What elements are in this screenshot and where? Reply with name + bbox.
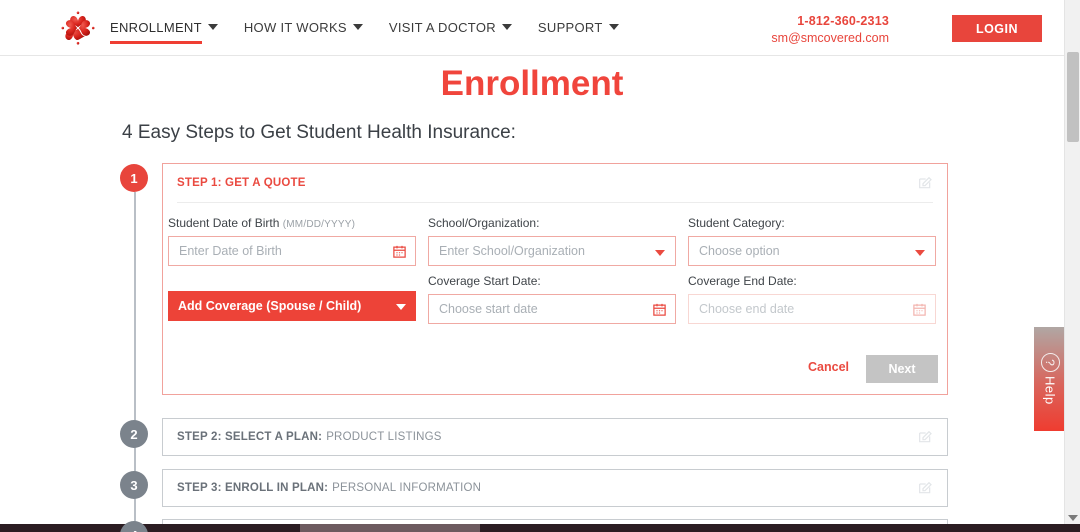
dob-field: Student Date of Birth (MM/DD/YYYY) Enter… (168, 216, 416, 266)
step-2-title: STEP 2: SELECT A PLAN: (177, 431, 323, 443)
coverage-start-date-field: Coverage Start Date: Choose start date (428, 274, 676, 324)
browser-viewport: ENROLLMENT HOW IT WORKS VISIT A DOCTOR S… (0, 0, 1080, 532)
calendar-icon[interactable] (912, 302, 927, 317)
dob-format-hint: (MM/DD/YYYY) (282, 219, 356, 230)
coverage-end-date-field: Coverage End Date: Choose end date (688, 274, 936, 324)
step-3-card[interactable]: STEP 3: ENROLL IN PLAN: PERSONAL INFORMA… (162, 469, 948, 507)
chevron-down-icon (501, 24, 512, 30)
school-select[interactable]: Enter School/Organization (428, 236, 676, 266)
student-category-field: Student Category: Choose option (688, 216, 936, 266)
step-indicator-1[interactable]: 1 (120, 164, 148, 192)
next-button[interactable]: Next (866, 355, 938, 383)
coverage-end-date-label: Coverage End Date: (688, 274, 797, 288)
step-3-header[interactable]: STEP 3: ENROLL IN PLAN: PERSONAL INFORMA… (163, 469, 947, 507)
step-indicator-2[interactable]: 2 (120, 420, 148, 448)
header-divider (177, 202, 933, 203)
page-subtitle: 4 Easy Steps to Get Student Health Insur… (122, 122, 516, 143)
calendar-icon[interactable] (652, 302, 667, 317)
page-title: Enrollment (440, 64, 624, 103)
nav-item-support[interactable]: SUPPORT (538, 18, 619, 39)
nav-item-label: VISIT A DOCTOR (388, 19, 496, 35)
edit-icon[interactable] (917, 480, 933, 496)
step-2-header[interactable]: STEP 2: SELECT A PLAN: PRODUCT LISTINGS (163, 418, 947, 456)
school-field: School/Organization: Enter School/Organi… (428, 216, 676, 266)
edit-icon[interactable] (917, 429, 933, 445)
email-address[interactable]: sm@smcovered.com (771, 30, 889, 47)
coverage-end-date-placeholder: Choose end date (699, 302, 795, 316)
login-button[interactable]: LOGIN (952, 15, 1042, 42)
vertical-scrollbar-thumb[interactable] (1067, 52, 1079, 142)
step-2-subtitle: PRODUCT LISTINGS (326, 431, 442, 443)
nav-item-how-it-works[interactable]: HOW IT WORKS (244, 18, 363, 39)
add-coverage-label: Add Coverage (Spouse / Child) (178, 299, 362, 313)
horizontal-scrollbar-thumb[interactable] (300, 524, 480, 532)
step-3-subtitle: PERSONAL INFORMATION (332, 482, 482, 494)
dob-label: Student Date of Birth (MM/DD/YYYY) (168, 216, 416, 230)
chevron-down-icon (396, 304, 406, 310)
main-navigation: ENROLLMENT HOW IT WORKS VISIT A DOCTOR S… (110, 0, 619, 56)
step-2-card[interactable]: STEP 2: SELECT A PLAN: PRODUCT LISTINGS (162, 418, 948, 456)
cancel-button[interactable]: Cancel (808, 360, 849, 374)
step-indicator-4[interactable]: 4 (120, 521, 148, 532)
coverage-start-date-label: Coverage Start Date: (428, 274, 541, 288)
contact-info: 1-812-360-2313 sm@smcovered.com (771, 13, 889, 47)
step-indicator-3[interactable]: 3 (120, 471, 148, 499)
nav-item-label: ENROLLMENT (110, 19, 202, 35)
step-1-header[interactable]: STEP 1: GET A QUOTE (163, 164, 947, 202)
school-label: School/Organization: (428, 216, 540, 230)
student-category-placeholder: Choose option (699, 244, 780, 258)
school-placeholder: Enter School/Organization (439, 244, 585, 258)
help-widget-tab[interactable]: ? Help (1034, 327, 1066, 431)
help-label: Help (1042, 376, 1058, 405)
calendar-icon[interactable] (392, 244, 407, 259)
add-coverage-button[interactable]: Add Coverage (Spouse / Child) (168, 291, 416, 321)
chevron-down-icon (352, 24, 363, 30)
nav-item-visit-a-doctor[interactable]: VISIT A DOCTOR (389, 18, 512, 39)
step-1-title: STEP 1: GET A QUOTE (177, 177, 306, 189)
horizontal-scrollbar[interactable] (0, 524, 1080, 532)
nav-item-label: SUPPORT (537, 19, 603, 35)
scroll-down-arrow-icon[interactable] (1068, 515, 1078, 521)
phone-number[interactable]: 1-812-360-2313 (771, 13, 889, 30)
nav-item-enrollment[interactable]: ENROLLMENT (110, 18, 218, 44)
four-heart-clover-logo[interactable] (56, 8, 100, 48)
coverage-start-date-input[interactable]: Choose start date (428, 294, 676, 324)
dob-placeholder: Enter Date of Birth (179, 244, 282, 258)
student-category-label: Student Category: (688, 216, 785, 230)
chevron-down-icon (655, 250, 665, 256)
question-mark-circle-icon: ? (1040, 353, 1060, 373)
site-header: ENROLLMENT HOW IT WORKS VISIT A DOCTOR S… (0, 0, 1064, 56)
vertical-scrollbar[interactable] (1064, 0, 1080, 525)
chevron-down-icon (608, 24, 619, 30)
coverage-end-date-input[interactable]: Choose end date (688, 294, 936, 324)
student-category-select[interactable]: Choose option (688, 236, 936, 266)
step-3-title: STEP 3: ENROLL IN PLAN: (177, 482, 329, 494)
chevron-down-icon (207, 24, 218, 30)
dob-input[interactable]: Enter Date of Birth (168, 236, 416, 266)
chevron-down-icon (915, 250, 925, 256)
edit-icon[interactable] (917, 175, 933, 191)
coverage-start-date-placeholder: Choose start date (439, 302, 538, 316)
dob-label-text: Student Date of Birth (168, 216, 280, 230)
nav-item-label: HOW IT WORKS (243, 19, 347, 35)
